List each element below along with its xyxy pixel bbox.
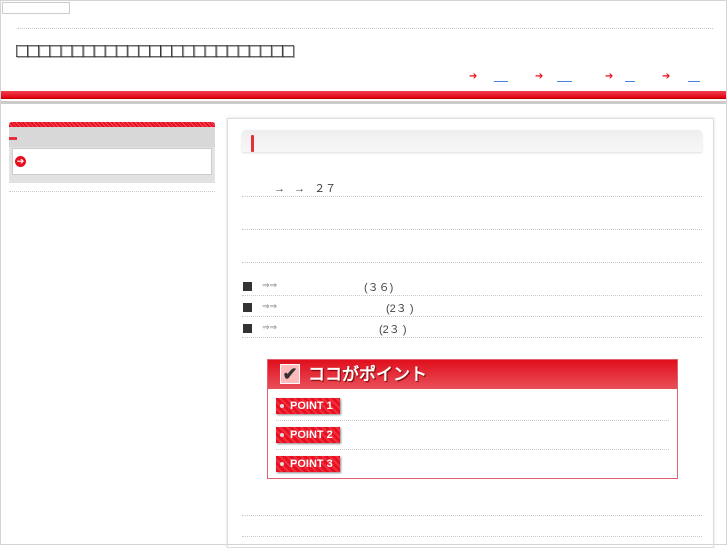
header-red-bar (1, 91, 726, 99)
point-badge-2: POINT 2 (276, 427, 340, 443)
double-arrow: ⇒⇒ (262, 280, 278, 290)
nav-link-2[interactable] (557, 74, 572, 82)
nav-link-3[interactable] (625, 74, 635, 82)
header-gray-line (1, 101, 726, 104)
bullet-square-icon (243, 324, 252, 333)
main-header (242, 130, 702, 152)
double-arrow: ⇒⇒ (262, 322, 278, 332)
arrow-icon: ➔ (535, 71, 544, 82)
divider (242, 229, 702, 230)
divider (276, 420, 669, 421)
point-badge-1: POINT 1 (276, 398, 340, 414)
list-count: (2３ ) (386, 303, 414, 315)
sidebar-header (9, 127, 215, 147)
divider (9, 191, 215, 192)
site-title[interactable]: □□□□□□□□□□□□□□□□□□□□□□□□□ (16, 40, 294, 63)
sidebar-header-marker (9, 137, 17, 140)
bullet-square-icon (243, 282, 252, 291)
main-header-marker (251, 135, 254, 152)
arrow-icon: ➔ (469, 71, 478, 82)
list-count: (2３ ) (379, 324, 407, 336)
top-small-box (2, 2, 70, 14)
checkmark-icon: ✔ (280, 364, 300, 384)
intro-text: → → ２７ (274, 183, 337, 195)
divider (242, 337, 702, 338)
divider (242, 262, 702, 263)
list-count: (３６) (364, 282, 394, 294)
arrow-icon: ➔ (662, 71, 671, 82)
divider (242, 536, 702, 537)
divider (242, 316, 702, 317)
circle-arrow-icon: ➔ (15, 156, 26, 167)
divider (17, 28, 713, 29)
bullet-square-icon (243, 303, 252, 312)
nav-link-4[interactable] (688, 74, 700, 82)
divider (242, 295, 702, 296)
divider (242, 515, 702, 516)
point-box-title: ココがポイント (268, 360, 677, 389)
arrow-icon: ➔ (605, 71, 614, 82)
double-arrow: ⇒⇒ (262, 301, 278, 311)
divider (242, 196, 702, 197)
nav-link-1[interactable] (494, 74, 508, 82)
point-badge-3: POINT 3 (276, 456, 340, 472)
divider (276, 449, 669, 450)
sidebar-item[interactable] (12, 148, 212, 175)
